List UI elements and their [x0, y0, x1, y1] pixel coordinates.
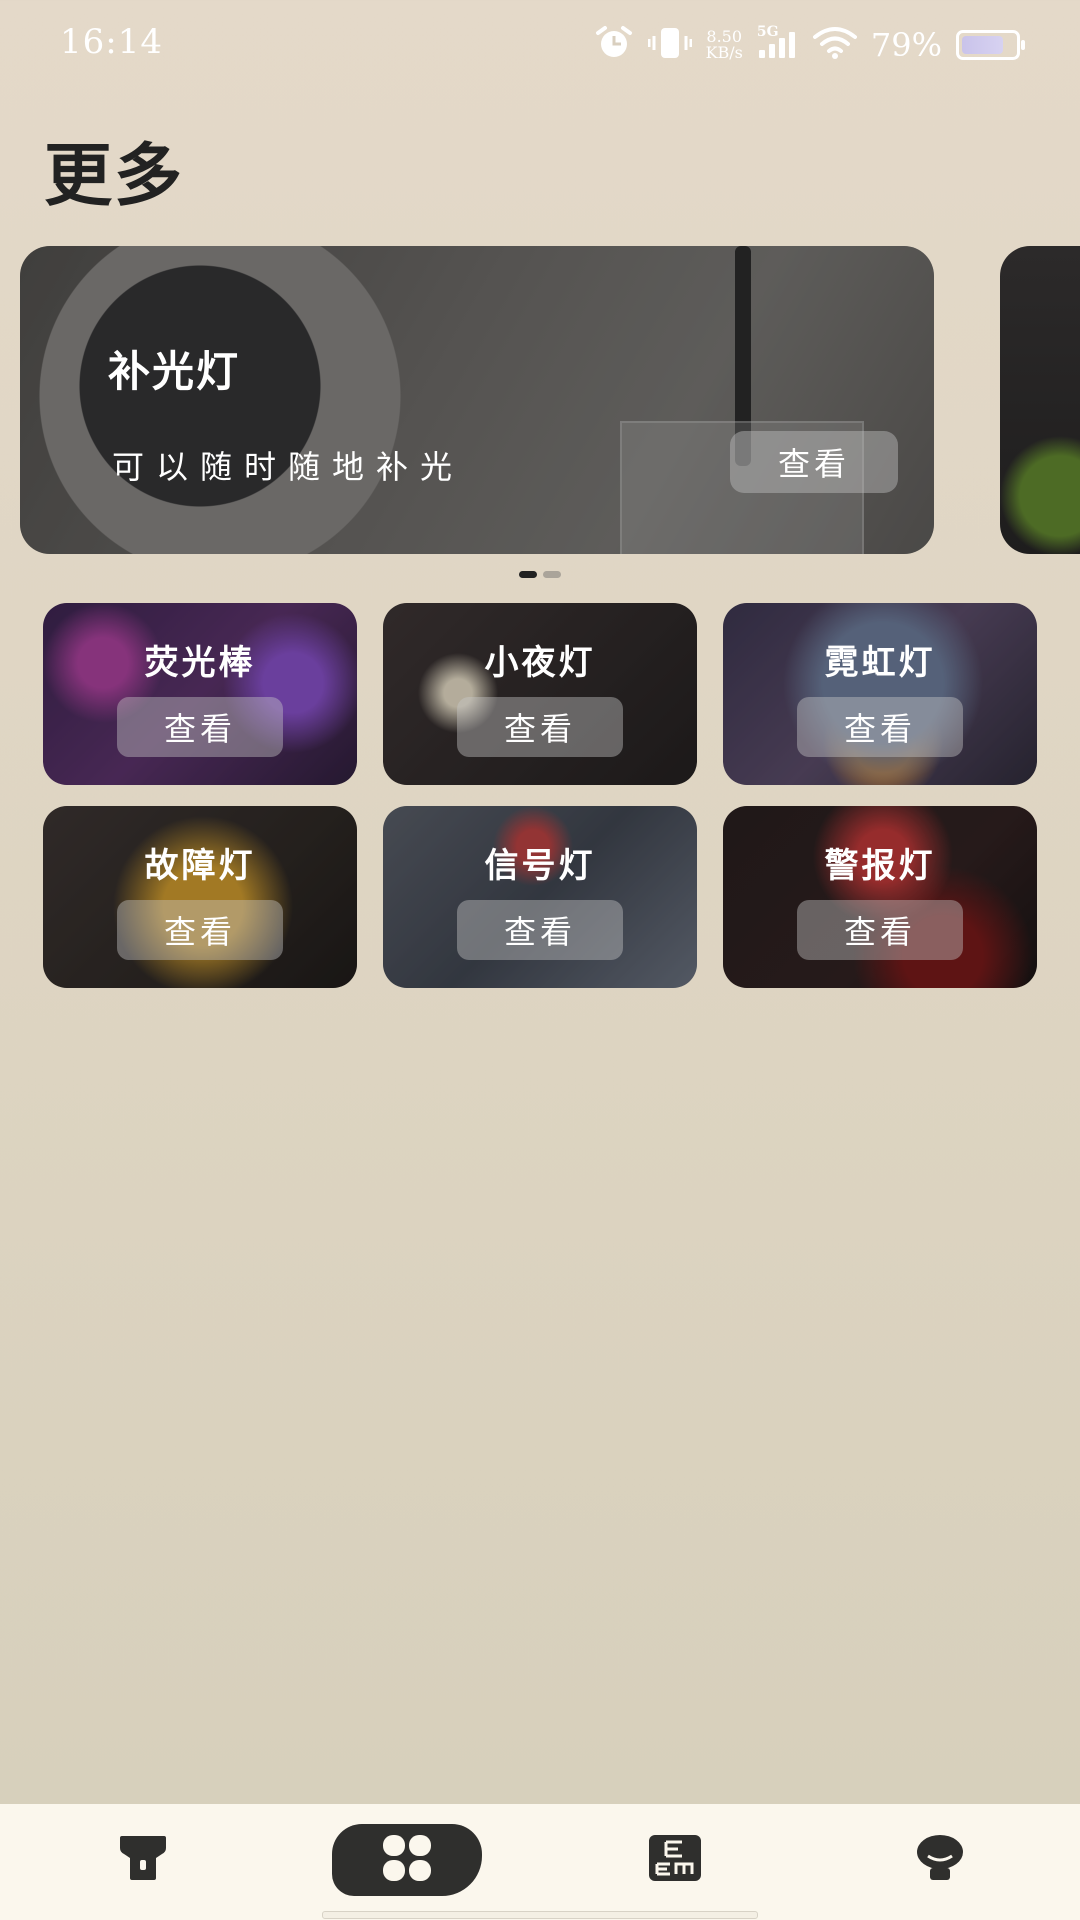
- card-overlay: [383, 806, 697, 988]
- banner-view-button[interactable]: 查看: [730, 431, 898, 493]
- carousel-dot-1: [519, 571, 537, 578]
- card-overlay: [723, 603, 1037, 785]
- card-fault-light[interactable]: 故障灯 查看: [43, 806, 357, 988]
- card-signal-light[interactable]: 信号灯 查看: [383, 806, 697, 988]
- network-speed: 8.50 KB/s: [706, 29, 743, 61]
- banner-card-fill-light[interactable]: 补光灯 可以随时随地补光 查看: [20, 246, 934, 554]
- card-view-button[interactable]: 查看: [117, 697, 283, 757]
- carousel-dot-2: [543, 571, 561, 578]
- card-night-light[interactable]: 小夜灯 查看: [383, 603, 697, 785]
- battery-icon: [956, 30, 1025, 60]
- carousel-indicator: [0, 571, 1080, 578]
- alarm-icon: [594, 25, 634, 65]
- status-icons: 8.50 KB/s 5G 79%: [594, 20, 1025, 70]
- card-view-button[interactable]: 查看: [797, 697, 963, 757]
- bottom-nav: [0, 1804, 1080, 1920]
- card-alarm-light[interactable]: 警报灯 查看: [723, 806, 1037, 988]
- banner-title: 补光灯: [108, 347, 241, 396]
- nav-eye-chart[interactable]: [640, 1824, 710, 1896]
- card-overlay: [43, 603, 357, 785]
- status-bar: 16:14 8.50 KB/s 5G 79%: [0, 0, 1080, 90]
- card-view-button[interactable]: 查看: [797, 900, 963, 960]
- card-neon-light[interactable]: 霓虹灯 查看: [723, 603, 1037, 785]
- nav-lamp[interactable]: [900, 1824, 980, 1896]
- battery-tip: [1021, 40, 1025, 50]
- card-title: 警报灯: [824, 846, 936, 886]
- banner-card-next[interactable]: [1000, 246, 1080, 554]
- card-view-button[interactable]: 查看: [117, 900, 283, 960]
- battery-fill: [962, 36, 1003, 54]
- nav-more[interactable]: [332, 1824, 482, 1896]
- nav-flashlight[interactable]: [108, 1824, 178, 1896]
- card-title: 故障灯: [144, 846, 256, 886]
- flashlight-icon: [118, 1834, 168, 1886]
- lamp-icon: [915, 1834, 965, 1886]
- four-leaf-grid-icon: [380, 1833, 434, 1887]
- card-title: 小夜灯: [484, 643, 596, 683]
- card-overlay: [723, 806, 1037, 988]
- wifi-icon: [812, 26, 857, 64]
- eye-chart-icon: [648, 1834, 702, 1886]
- signal-icon: 5G: [756, 24, 799, 64]
- card-title: 信号灯: [484, 846, 596, 886]
- network-speed-unit: KB/s: [705, 43, 743, 62]
- battery-percent: 79%: [870, 26, 942, 64]
- card-title: 荧光棒: [144, 643, 256, 683]
- network-type: 5G: [756, 24, 779, 40]
- banner-subtitle: 可以随时随地补光: [112, 448, 465, 486]
- vibrate-icon: [647, 26, 693, 64]
- card-overlay: [383, 603, 697, 785]
- card-view-button[interactable]: 查看: [457, 900, 623, 960]
- banner-overlay: [20, 246, 934, 554]
- card-title: 霓虹灯: [824, 643, 936, 683]
- card-overlay: [43, 806, 357, 988]
- status-time: 16:14: [60, 22, 163, 62]
- card-glow-stick[interactable]: 荧光棒 查看: [43, 603, 357, 785]
- home-indicator[interactable]: [322, 1911, 758, 1919]
- page-title: 更多: [44, 136, 185, 216]
- card-view-button[interactable]: 查看: [457, 697, 623, 757]
